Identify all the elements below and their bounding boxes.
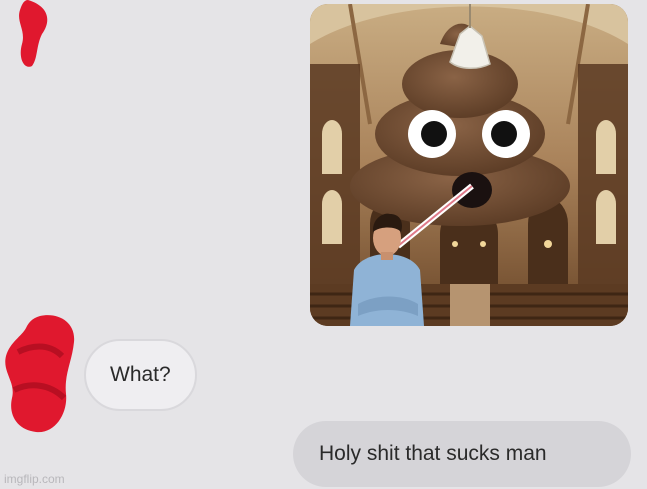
message-bubble-incoming[interactable]: What? [84, 339, 197, 411]
message-bubble-outgoing[interactable]: Holy shit that sucks man [293, 421, 631, 487]
image-content [310, 4, 628, 326]
redaction-scribble-top [19, 0, 48, 67]
redaction-scribble-avatar [5, 315, 75, 433]
image-message[interactable] [310, 4, 628, 326]
watermark: imgflip.com [4, 472, 65, 486]
message-text: Holy shit that sucks man [319, 442, 547, 465]
message-text: What? [110, 363, 171, 386]
